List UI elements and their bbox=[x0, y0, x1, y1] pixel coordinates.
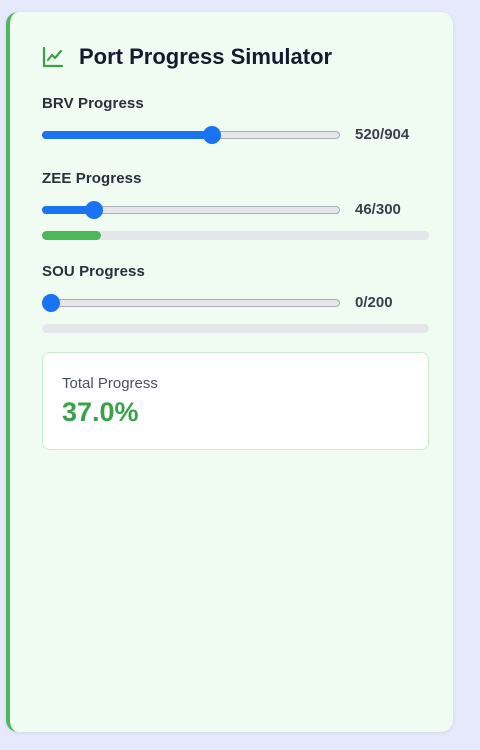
sou-slider[interactable]: 0/200 bbox=[42, 294, 429, 314]
zee-progress-value: 46/300 bbox=[355, 201, 401, 218]
total-progress-label: Total Progress bbox=[62, 375, 158, 392]
sou-progress-value: 0/200 bbox=[355, 294, 393, 311]
zee-progress-bar bbox=[42, 231, 429, 240]
page-title: Port Progress Simulator bbox=[79, 44, 333, 69]
slider-track[interactable] bbox=[42, 299, 340, 307]
brv-slider[interactable]: 520/904 bbox=[42, 126, 429, 146]
zee-slider-block: ZEE Progress 46/300 bbox=[42, 170, 429, 240]
total-progress-value: 37.0% bbox=[62, 397, 139, 427]
simulator-card: Port Progress Simulator BRV Progress 520… bbox=[6, 12, 453, 732]
brv-progress-value: 520/904 bbox=[355, 126, 410, 143]
sou-slider-block: SOU Progress 0/200 bbox=[42, 263, 429, 333]
brv-slider-block: BRV Progress 520/904 bbox=[42, 95, 429, 146]
chart-line-icon bbox=[41, 45, 65, 69]
slider-fill bbox=[42, 131, 213, 139]
slider-thumb[interactable] bbox=[42, 294, 60, 312]
zee-slider[interactable]: 46/300 bbox=[42, 201, 429, 221]
zee-progress-label: ZEE Progress bbox=[42, 170, 142, 187]
sou-progress-bar bbox=[42, 324, 429, 333]
sou-progress-label: SOU Progress bbox=[42, 263, 145, 280]
brv-progress-label: BRV Progress bbox=[42, 95, 144, 112]
title-row: Port Progress Simulator bbox=[41, 44, 332, 70]
slider-thumb[interactable] bbox=[203, 126, 222, 144]
slider-thumb[interactable] bbox=[84, 201, 103, 219]
progress-bar-fill bbox=[42, 231, 102, 240]
total-progress-box: Total Progress 37.0% bbox=[42, 352, 429, 450]
